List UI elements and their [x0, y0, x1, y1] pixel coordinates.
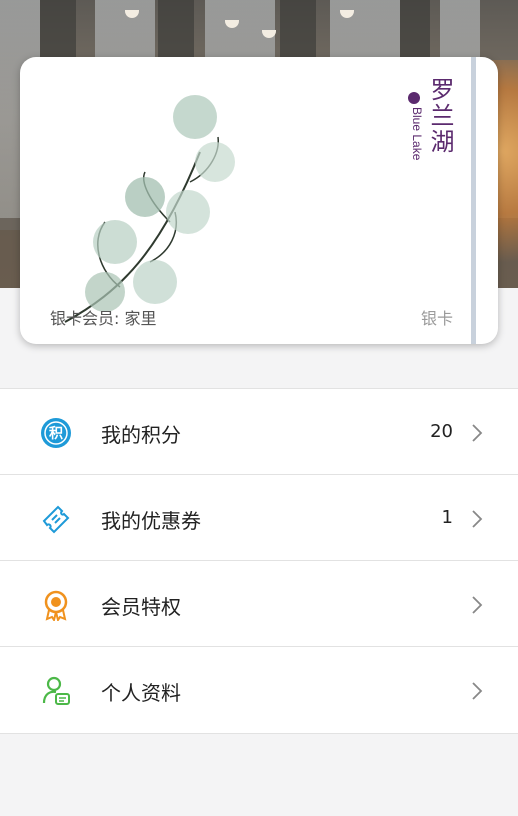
eucalyptus-illustration [64, 95, 235, 323]
coupon-icon [42, 505, 70, 534]
brand-name-en: Blue Lake [410, 107, 424, 161]
menu-item-label: 个人资料 [101, 681, 181, 705]
member-menu: 积 我的积分 20 我的优惠券 1 会员特权 个人资料 [0, 388, 518, 734]
membership-card[interactable]: 罗兰湖 Blue Lake 银卡会员: 家里 银卡 [20, 57, 498, 344]
chevron-right-icon [472, 596, 483, 614]
chevron-right-icon [472, 682, 483, 700]
menu-item-label: 我的积分 [101, 423, 181, 447]
brand-logo: 罗兰湖 Blue Lake [408, 77, 458, 207]
card-tier: 银卡 [420, 309, 453, 328]
svg-text:积: 积 [49, 425, 63, 442]
brand-mark-icon [408, 92, 420, 104]
card-edge-stripe [471, 57, 476, 344]
coupon-count: 1 [441, 507, 453, 528]
menu-item-coupons[interactable]: 我的优惠券 1 [0, 475, 518, 561]
points-icon: 积 [41, 418, 71, 448]
badge-icon [44, 590, 68, 621]
brand-name-cn: 罗兰湖 [426, 77, 454, 155]
profile-icon [42, 676, 70, 705]
menu-item-label: 会员特权 [101, 595, 181, 619]
menu-item-points[interactable]: 积 我的积分 20 [0, 389, 518, 475]
menu-item-label: 我的优惠券 [101, 509, 201, 533]
member-label: 银卡会员: 家里 [50, 309, 157, 328]
menu-item-privileges[interactable]: 会员特权 [0, 561, 518, 647]
menu-item-profile[interactable]: 个人资料 [0, 647, 518, 733]
points-value: 20 [430, 421, 453, 442]
chevron-right-icon [472, 424, 483, 442]
chevron-right-icon [472, 510, 483, 528]
